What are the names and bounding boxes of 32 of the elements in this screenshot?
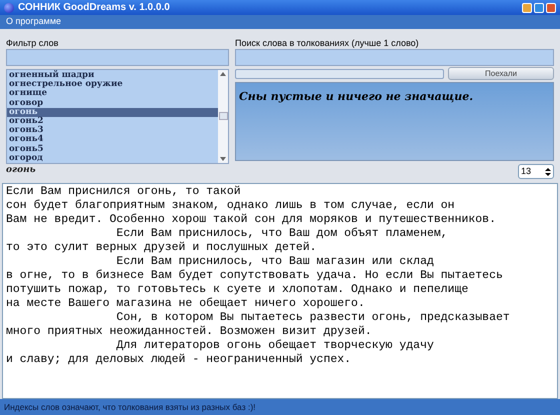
status-text: Индексы слов означают, что толкования взяты из разных баз :)! — [4, 400, 256, 414]
word-list-item[interactable]: огород — [7, 154, 218, 162]
app-icon — [4, 2, 14, 12]
word-list-item[interactable]: оговор — [7, 98, 218, 108]
search-field[interactable] — [235, 69, 444, 79]
filter-label: Фильтр слов — [6, 37, 60, 49]
maximize-button[interactable] — [534, 2, 544, 12]
word-list-item[interactable]: огонь — [7, 108, 218, 118]
word-list-item[interactable]: огнестрельное оружие — [7, 80, 218, 90]
scroll-down-icon[interactable] — [220, 156, 226, 160]
word-list-item[interactable]: огонь4 — [7, 135, 218, 145]
word-list-item[interactable]: огонь5 — [7, 144, 218, 154]
filter-field[interactable] — [6, 49, 229, 66]
scroll-up-icon[interactable] — [220, 72, 226, 76]
word-list-item[interactable]: огнище — [7, 89, 218, 99]
search-label: Поиск слова в толкованиях (лучше 1 слово) — [235, 37, 420, 49]
summary-text: Сны пустые и ничего не значащие. — [239, 90, 474, 103]
window-title: СОННИК GoodDreams v. 1.0.0.0 — [18, 1, 170, 15]
close-button[interactable] — [546, 2, 556, 12]
menu-item[interactable]: О программе — [4, 15, 64, 29]
word-list-item[interactable]: огонь3 — [7, 126, 218, 136]
scroll-thumb[interactable] — [218, 112, 228, 120]
spinner-arrows-icon[interactable] — [545, 168, 551, 176]
font-size-spinner[interactable]: 13 — [518, 164, 554, 179]
scrollbar[interactable] — [218, 70, 228, 162]
selected-word: огонь — [6, 164, 37, 176]
interpretation-text: Если Вам приснился огонь, то такой сон будет благоприятным знаком, однако лишь в том случае, если он Вам не вредит. Особенно хорош такой сон для моряков и путешественников. Если Вам приснилось, что Ваш дом объят пламенем, то это сулит верных друзей и послушных детей. Если Вам приснилось, что Ваш магазин или склад в огне, то в бизнесе Вам будет сопутствовать удача. Но если Вы пытаетесь потушить пожар, то готовьтесь к суете и хлопотам. Однако и пепелище на месте Вашего магазина не обещает ничего хорошего. Сон, в котором Вы пытаетесь развести огонь, предсказывает много приятных неожиданностей. Возможен визит друзей. Для литераторов огонь обещает творческую удачу и славу; для деловых людей - неограниченный успех. — [6, 185, 511, 367]
go-button[interactable]: Поехали — [448, 67, 554, 80]
word-list-item[interactable]: огненный шадри — [7, 71, 218, 80]
minimize-button[interactable] — [522, 2, 532, 12]
word-list-item[interactable]: огонь2 — [7, 117, 218, 126]
search-field[interactable] — [235, 49, 554, 66]
